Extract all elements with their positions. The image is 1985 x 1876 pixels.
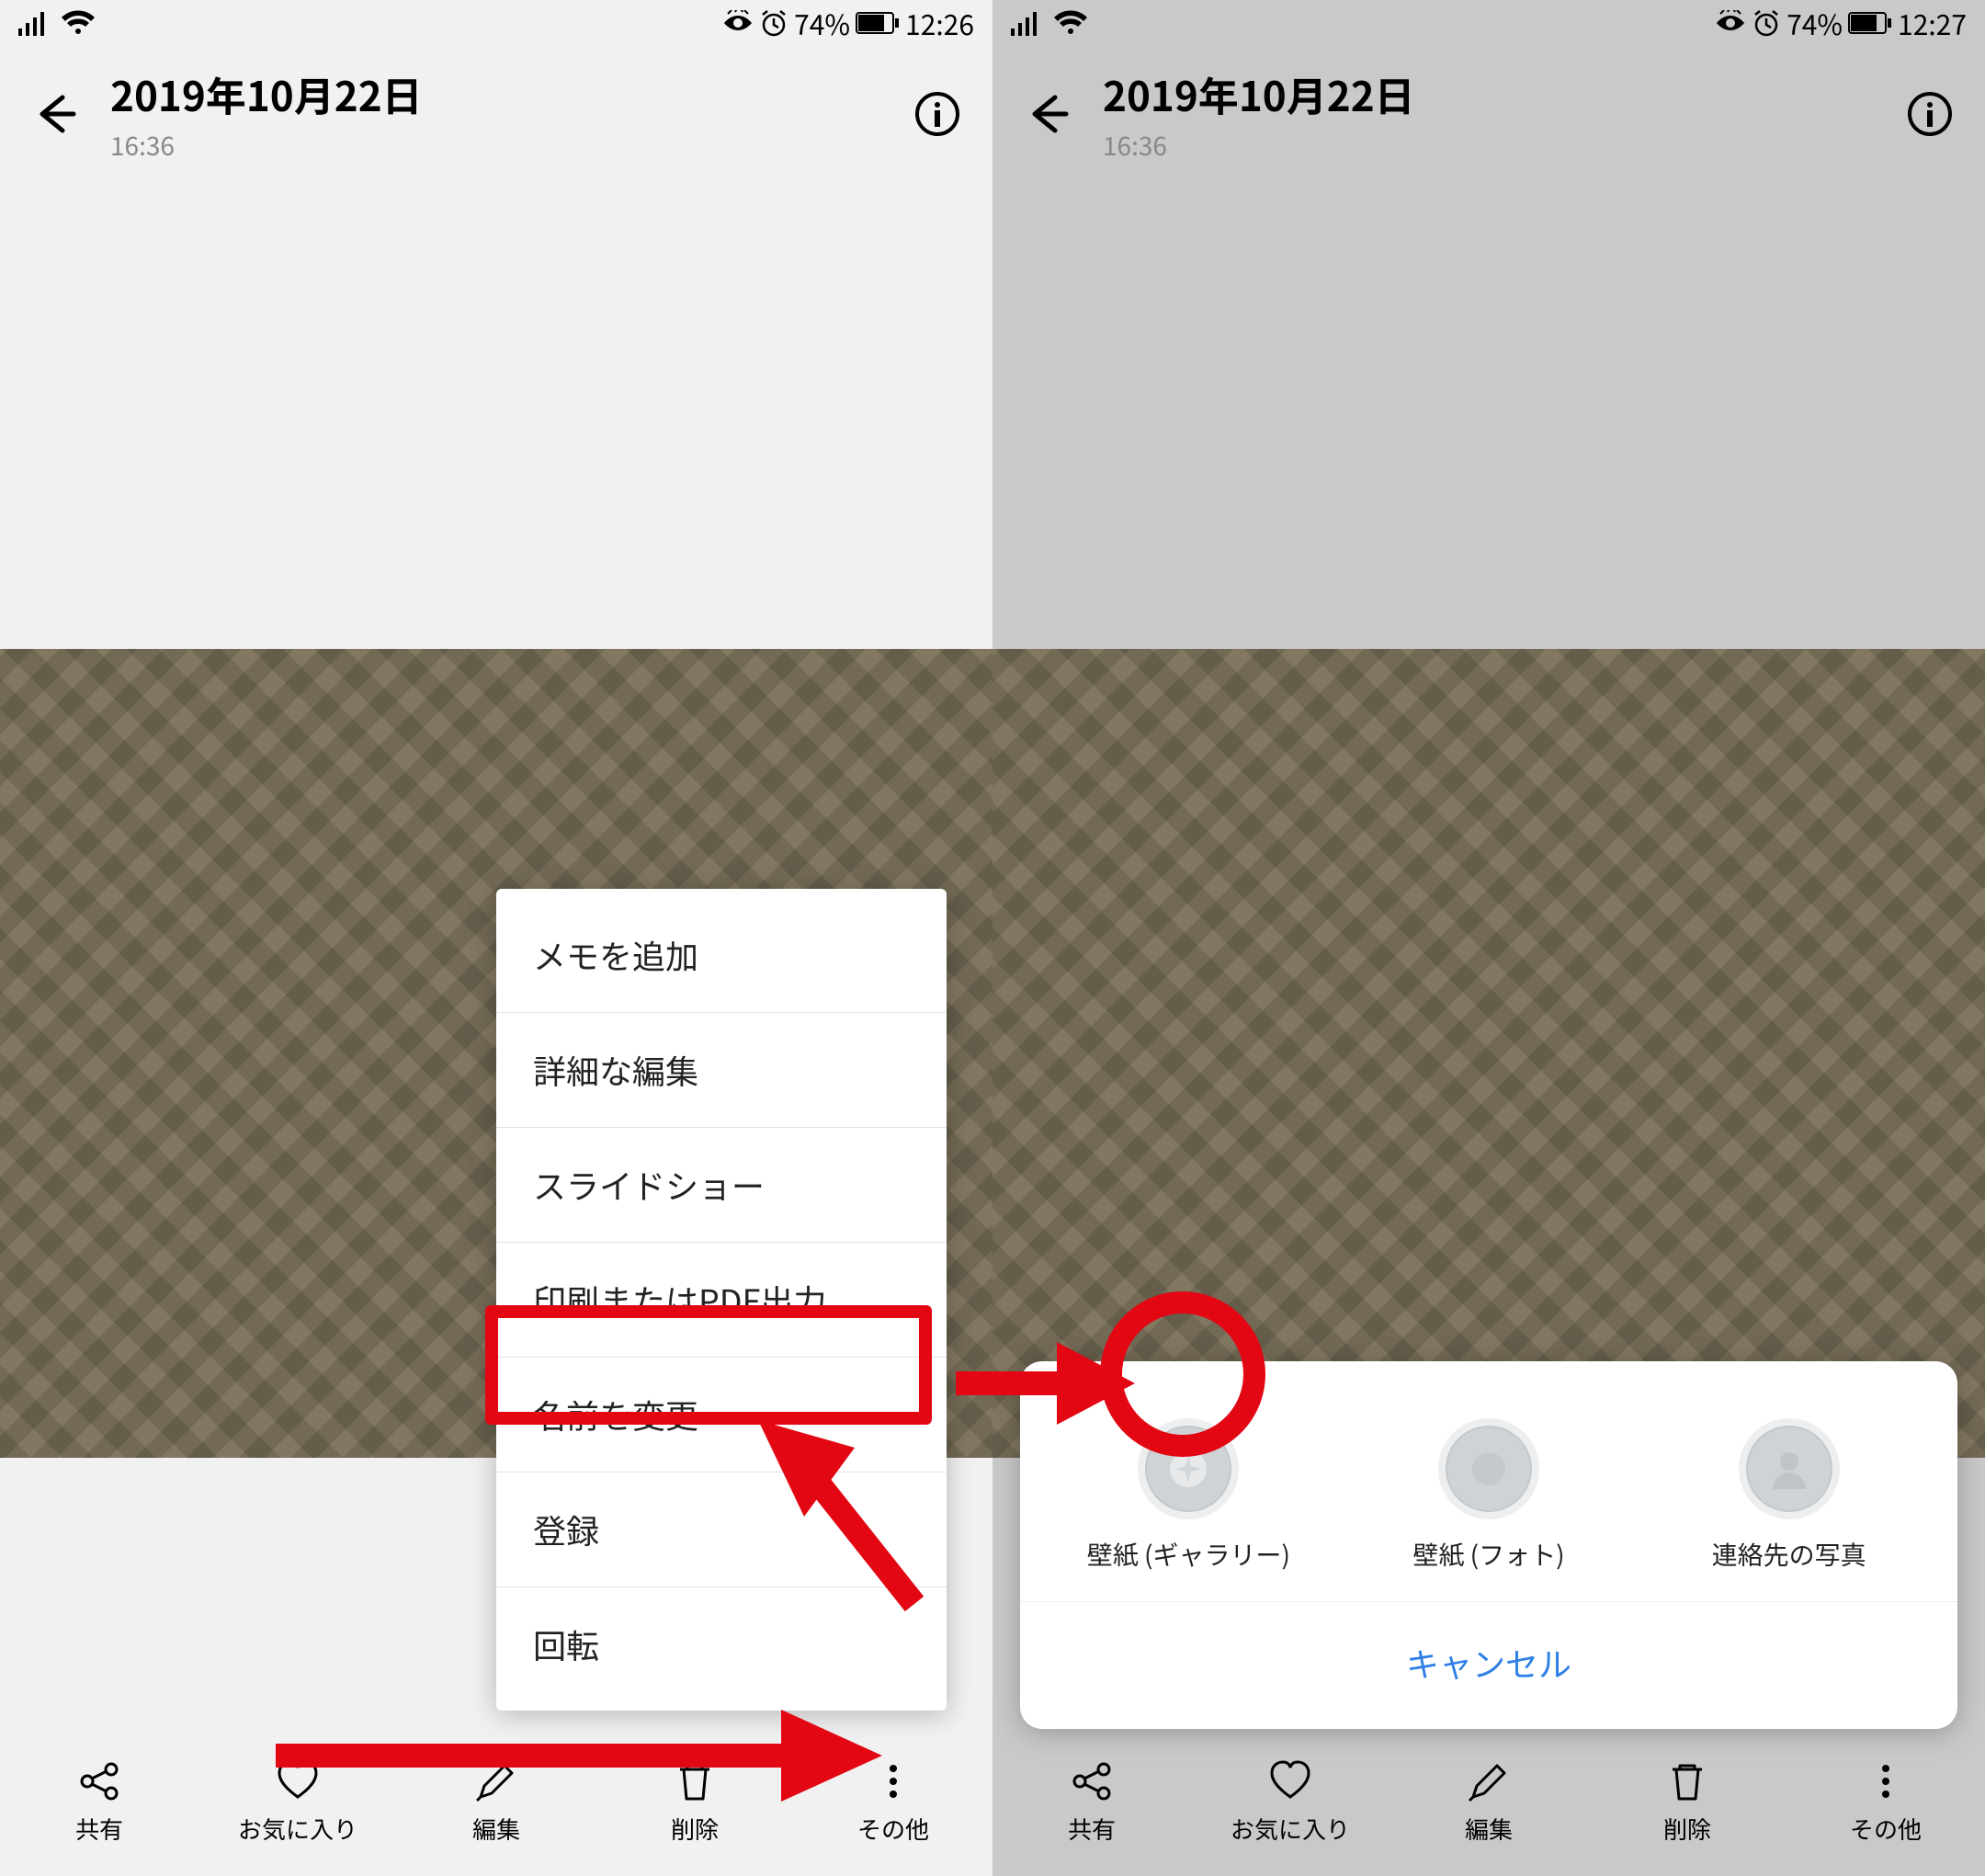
header: 2019年10月22日 16:36 <box>0 46 992 191</box>
nav-share[interactable]: 共有 <box>0 1729 198 1876</box>
battery-percent: 74% <box>1786 3 1843 43</box>
back-button[interactable] <box>28 86 83 142</box>
wallpaper-gallery-icon <box>1138 1418 1239 1519</box>
menu-item-register[interactable]: 登録 <box>496 1472 947 1587</box>
header: 2019年10月22日 16:36 <box>992 46 1985 191</box>
register-sheet: 壁紙 (ギャラリー) 壁紙 (フォト) 連絡先の写真 キャンセル <box>1020 1361 1957 1729</box>
menu-item-add-memo[interactable]: メモを追加 <box>496 898 947 1013</box>
wifi-icon <box>61 10 96 36</box>
sheet-opt-contact-photo[interactable]: 連絡先の写真 <box>1651 1418 1927 1573</box>
nav-more[interactable]: その他 <box>794 1729 992 1876</box>
clock: 12:27 <box>1898 3 1967 43</box>
sheet-opt-wallpaper-gallery-label: 壁紙 (ギャラリー) <box>1087 1536 1290 1573</box>
share-icon <box>1071 1760 1113 1802</box>
nav-favorite[interactable]: お気に入り <box>1191 1729 1390 1876</box>
alarm-icon <box>1752 9 1781 37</box>
nav-delete[interactable]: 削除 <box>596 1729 794 1876</box>
more-dots-icon <box>1879 1760 1892 1802</box>
title-date: 2019年10月22日 <box>110 64 882 123</box>
nav-edit-label: 編集 <box>1465 1812 1513 1846</box>
phone-right: 74% 12:27 2019年10月22日 16:36 壁紙 ( <box>992 0 1985 1876</box>
title-time: 16:36 <box>110 127 882 164</box>
nav-favorite-label: お気に入り <box>1231 1812 1350 1846</box>
nav-more[interactable]: その他 <box>1786 1729 1985 1876</box>
sheet-cancel[interactable]: キャンセル <box>1020 1601 1957 1729</box>
share-icon <box>78 1760 120 1802</box>
status-bar: 74% 12:27 <box>992 0 1985 46</box>
more-menu: メモを追加 詳細な編集 スライドショー 印刷またはPDF出力 名前を変更 登録 … <box>496 889 947 1711</box>
pencil-icon <box>1468 1760 1510 1802</box>
sheet-opt-wallpaper-photo[interactable]: 壁紙 (フォト) <box>1351 1418 1627 1573</box>
phone-left: 74% 12:26 2019年10月22日 16:36 メモを追加 詳細な編集 … <box>0 0 992 1876</box>
sheet-opt-wallpaper-gallery[interactable]: 壁紙 (ギャラリー) <box>1050 1418 1326 1573</box>
status-bar: 74% 12:26 <box>0 0 992 46</box>
nav-delete-label: 削除 <box>671 1812 719 1846</box>
signal-icon <box>18 10 50 36</box>
trash-icon <box>675 1760 715 1802</box>
heart-icon <box>276 1760 320 1802</box>
nav-more-label: その他 <box>1850 1812 1922 1846</box>
bottom-nav: 共有 お気に入り 編集 削除 その他 <box>992 1729 1985 1876</box>
pencil-icon <box>475 1760 517 1802</box>
sheet-opt-wallpaper-photo-label: 壁紙 (フォト) <box>1412 1536 1564 1573</box>
back-button[interactable] <box>1020 86 1075 142</box>
signal-icon <box>1011 10 1042 36</box>
menu-item-print-pdf[interactable]: 印刷またはPDF出力 <box>496 1243 947 1358</box>
battery-icon <box>1848 12 1892 34</box>
eye-comfort-icon <box>1715 10 1746 36</box>
info-button[interactable] <box>1902 86 1957 142</box>
nav-edit[interactable]: 編集 <box>1390 1729 1588 1876</box>
nav-favorite-label: お気に入り <box>238 1812 357 1846</box>
photo[interactable] <box>992 649 1985 1458</box>
sheet-opt-contact-photo-label: 連絡先の写真 <box>1712 1536 1866 1573</box>
nav-favorite[interactable]: お気に入り <box>198 1729 397 1876</box>
menu-item-adv-edit[interactable]: 詳細な編集 <box>496 1013 947 1128</box>
wifi-icon <box>1053 10 1088 36</box>
menu-item-slideshow[interactable]: スライドショー <box>496 1128 947 1243</box>
nav-more-label: その他 <box>857 1812 929 1846</box>
nav-share-label: 共有 <box>75 1812 123 1846</box>
bottom-nav: 共有 お気に入り 編集 削除 その他 <box>0 1729 992 1876</box>
battery-percent: 74% <box>794 3 850 43</box>
menu-item-rotate[interactable]: 回転 <box>496 1587 947 1701</box>
clock: 12:26 <box>905 3 974 43</box>
nav-delete[interactable]: 削除 <box>1588 1729 1786 1876</box>
eye-comfort-icon <box>722 10 754 36</box>
title-date: 2019年10月22日 <box>1103 64 1875 123</box>
alarm-icon <box>759 9 788 37</box>
info-button[interactable] <box>910 86 965 142</box>
title-time: 16:36 <box>1103 127 1875 164</box>
nav-edit[interactable]: 編集 <box>397 1729 596 1876</box>
nav-share[interactable]: 共有 <box>992 1729 1191 1876</box>
heart-icon <box>1268 1760 1312 1802</box>
nav-delete-label: 削除 <box>1663 1812 1711 1846</box>
contact-photo-icon <box>1739 1418 1840 1519</box>
trash-icon <box>1667 1760 1707 1802</box>
more-dots-icon <box>887 1760 900 1802</box>
nav-edit-label: 編集 <box>472 1812 520 1846</box>
wallpaper-photo-icon <box>1438 1418 1539 1519</box>
battery-icon <box>856 12 900 34</box>
menu-item-rename[interactable]: 名前を変更 <box>496 1358 947 1472</box>
nav-share-label: 共有 <box>1068 1812 1116 1846</box>
